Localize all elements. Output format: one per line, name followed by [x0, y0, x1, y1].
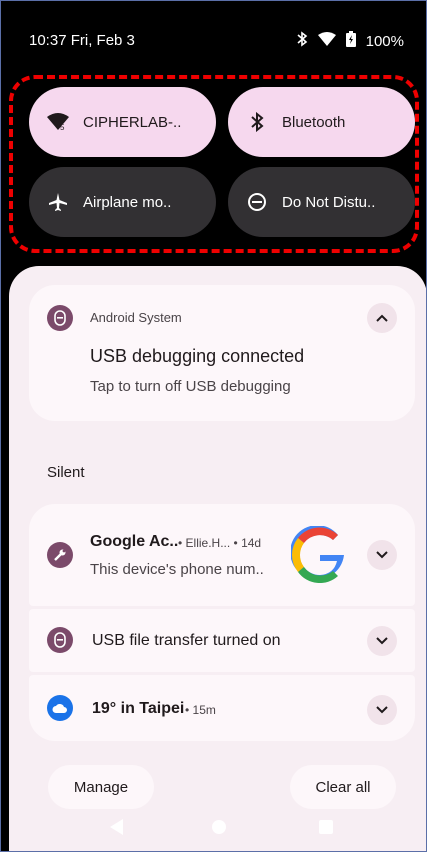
wrench-icon	[47, 542, 73, 568]
battery-icon	[345, 31, 356, 51]
manage-button[interactable]: Manage	[48, 765, 154, 809]
recents-icon[interactable]	[318, 819, 334, 835]
do-not-disturb-icon	[246, 191, 268, 213]
tile-airplane-mode[interactable]: Airplane mo..	[29, 167, 216, 237]
tile-label: Bluetooth	[282, 113, 346, 131]
chevron-down-icon	[376, 706, 388, 714]
usb-icon	[47, 305, 73, 331]
expand-button[interactable]	[367, 540, 397, 570]
tile-label: CIPHERLAB-..	[83, 113, 182, 131]
tile-label: Airplane mo..	[83, 193, 172, 211]
notification-app-name: Google Ac..	[90, 533, 179, 550]
usb-icon	[47, 627, 73, 653]
notification-title: 19° in Taipei	[92, 700, 185, 717]
wifi-icon: 5	[47, 111, 69, 133]
notification-usb-file-transfer[interactable]: USB file transfer turned on	[29, 609, 415, 672]
wifi-status-icon	[317, 32, 336, 50]
tile-label: Do Not Distu..	[282, 193, 376, 211]
status-bar: 10:37 Fri, Feb 3 100%	[1, 1, 426, 79]
notification-google-account[interactable]: Google Ac.. • Ellie.H... • 14d This devi…	[29, 504, 415, 606]
navigation-bar	[1, 809, 426, 851]
expand-button[interactable]	[367, 695, 397, 725]
tile-bluetooth[interactable]: Bluetooth	[228, 87, 415, 157]
chevron-up-icon	[376, 314, 388, 322]
notification-text: This device's phone num..	[90, 561, 264, 578]
notification-title: USB debugging connected	[90, 346, 305, 366]
bluetooth-icon	[246, 111, 268, 133]
cloud-icon	[47, 695, 73, 721]
notification-text: Tap to turn off USB debugging	[90, 378, 291, 395]
notification-meta: • Ellie.H... • 14d	[178, 536, 262, 550]
svg-text:5: 5	[60, 123, 65, 131]
notification-weather[interactable]: 19° in Taipei • 15m	[29, 675, 415, 741]
notification-usb-debugging[interactable]: Android System USB debugging connected T…	[29, 285, 415, 421]
notification-title: USB file transfer turned on	[92, 632, 281, 649]
section-label-silent: Silent	[47, 464, 85, 481]
status-icons: 100%	[296, 31, 404, 51]
status-time: 10:37 Fri, Feb 3	[29, 32, 135, 49]
chevron-down-icon	[376, 637, 388, 645]
tile-wifi[interactable]: 5 CIPHERLAB-..	[29, 87, 216, 157]
notification-app-name: Android System	[90, 310, 182, 325]
google-logo-icon	[290, 525, 349, 589]
airplane-icon	[47, 191, 69, 213]
notification-meta: • 15m	[185, 703, 216, 717]
battery-percent: 100%	[365, 32, 404, 50]
clear-all-button[interactable]: Clear all	[290, 765, 396, 809]
chevron-down-icon	[376, 551, 388, 559]
screen: 10:37 Fri, Feb 3 100% 5 CIPHERLAB-.. Blu…	[0, 0, 427, 852]
collapse-button[interactable]	[367, 303, 397, 333]
back-icon[interactable]	[107, 817, 125, 837]
tile-do-not-disturb[interactable]: Do Not Distu..	[228, 167, 415, 237]
expand-button[interactable]	[367, 626, 397, 656]
bluetooth-status-icon	[296, 31, 308, 51]
home-icon[interactable]	[211, 819, 227, 835]
